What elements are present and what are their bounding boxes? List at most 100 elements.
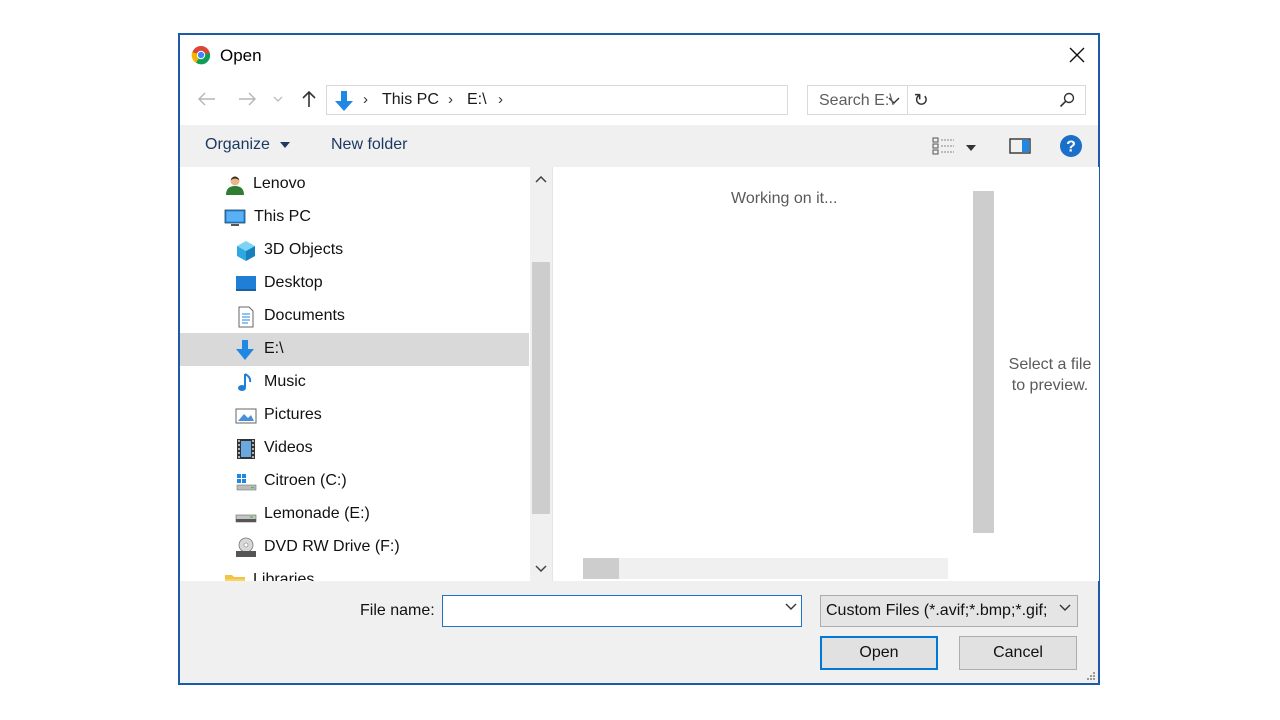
nav-item-3d-objects[interactable]: 3D Objects [180, 234, 529, 267]
nav-item-e-drive[interactable]: E:\ [180, 333, 529, 366]
documents-icon [238, 306, 254, 328]
nav-item-this-pc[interactable]: This PC [180, 201, 529, 234]
file-list-pane[interactable]: Working on it... Select a file to previe… [552, 167, 1099, 581]
organize-button[interactable]: Organize [205, 136, 291, 154]
nav-item-documents[interactable]: Documents [180, 300, 529, 333]
nav-item-lemonade-drive[interactable]: Lemonade (E:) [180, 498, 529, 531]
nav-item-c-drive[interactable]: Citroen (C:) [180, 465, 529, 498]
open-dialog: Open › This PC › E:\ › ↻ Search E:\ Orga… [178, 33, 1100, 685]
scroll-down-button[interactable] [530, 558, 552, 578]
search-icon [1059, 92, 1075, 108]
breadcrumb-separator: › [498, 91, 503, 108]
music-note-icon [238, 373, 252, 391]
preview-splitter[interactable] [973, 191, 994, 533]
svg-text:?: ? [1066, 139, 1076, 156]
windows-drive-icon [236, 474, 257, 491]
nav-item-label: Libraries [253, 571, 315, 581]
pictures-icon [235, 408, 257, 424]
forward-button[interactable] [234, 85, 260, 113]
videos-icon [237, 439, 255, 459]
nav-item-label: Citroen (C:) [264, 472, 347, 489]
breadcrumb-separator: › [363, 91, 368, 108]
nav-item-lenovo[interactable]: Lenovo [180, 168, 529, 201]
help-icon: ? [1060, 135, 1082, 157]
cancel-button[interactable]: Cancel [959, 636, 1077, 670]
view-details-icon [932, 137, 954, 155]
nav-scrollbar[interactable] [530, 167, 552, 581]
preview-line: to preview. [1011, 377, 1089, 394]
user-icon [226, 176, 244, 195]
download-arrow-icon [335, 91, 353, 111]
nav-item-label: Desktop [264, 274, 323, 291]
breadcrumb-e-drive[interactable]: E:\ [467, 91, 487, 109]
nav-item-label: Lenovo [253, 175, 306, 192]
nav-item-pictures[interactable]: Pictures [180, 399, 529, 432]
help-button[interactable]: ? [1059, 134, 1083, 163]
recent-locations-button[interactable] [268, 85, 288, 113]
search-box[interactable] [807, 85, 1086, 116]
nav-item-label: Lemonade (E:) [264, 505, 370, 522]
file-type-select[interactable]: Custom Files (*.avif;*.bmp;*.gif; [820, 595, 1078, 627]
chevron-down-icon [1059, 604, 1071, 611]
chrome-icon [191, 46, 211, 65]
up-button[interactable] [296, 85, 322, 113]
chevron-down-icon [535, 564, 547, 572]
pc-icon [224, 209, 246, 226]
folder-icon [225, 575, 245, 581]
window-title: Open [220, 46, 262, 65]
dvd-drive-icon [236, 537, 256, 557]
scroll-thumb[interactable] [532, 262, 550, 514]
organize-label: Organize [205, 136, 270, 153]
nav-item-label: DVD RW Drive (F:) [264, 538, 400, 555]
nav-item-label: 3D Objects [264, 241, 344, 258]
preview-pane-icon [1009, 138, 1031, 154]
open-button[interactable]: Open [820, 636, 938, 670]
nav-item-libraries[interactable]: Libraries [180, 564, 529, 581]
scroll-up-button[interactable] [530, 169, 552, 189]
navigation-pane[interactable]: Lenovo This PC 3D Objects Desktop Docume… [180, 167, 552, 581]
file-name-combobox[interactable] [442, 595, 802, 627]
title-bar: Open [180, 35, 1098, 75]
file-name-label: File name: [360, 602, 435, 619]
breadcrumb-separator: › [448, 91, 453, 108]
close-button[interactable] [1060, 39, 1094, 71]
breadcrumb-this-pc[interactable]: This PC [382, 91, 439, 109]
resize-grip-icon[interactable] [1086, 671, 1096, 681]
nav-item-dvd-drive[interactable]: DVD RW Drive (F:) [180, 531, 529, 564]
address-bar[interactable]: › This PC › E:\ › ↻ [326, 85, 929, 115]
caret-down-icon [966, 145, 977, 151]
view-options-button[interactable] [932, 137, 977, 160]
drive-icon [235, 514, 257, 523]
chevron-down-icon [273, 96, 283, 102]
dialog-footer: File name: Custom Files (*.avif;*.bmp;*.… [180, 581, 1098, 683]
address-row: › This PC › E:\ › ↻ [180, 81, 1098, 117]
horizontal-scrollbar[interactable] [583, 558, 948, 579]
caret-down-icon [280, 141, 291, 148]
file-name-input[interactable] [446, 598, 770, 626]
nav-item-music[interactable]: Music [180, 366, 529, 399]
nav-item-label: Music [264, 373, 306, 390]
nav-item-label: Documents [264, 307, 345, 324]
scroll-thumb[interactable] [583, 558, 619, 579]
nav-item-desktop[interactable]: Desktop [180, 267, 529, 300]
file-type-value: Custom Files (*.avif;*.bmp;*.gif; [826, 602, 1048, 619]
chevron-up-icon [535, 175, 547, 183]
desktop-icon [236, 276, 256, 291]
back-button[interactable] [194, 85, 220, 113]
preview-message: Select a file to preview. [1003, 354, 1097, 396]
nav-item-videos[interactable]: Videos [180, 432, 529, 465]
nav-item-label: Pictures [264, 406, 322, 423]
nav-item-label: Videos [264, 439, 313, 456]
command-toolbar: Organize New folder ? [180, 125, 1098, 167]
preview-line: Select a file [1008, 356, 1092, 373]
nav-item-label: This PC [254, 208, 311, 225]
3d-objects-icon [237, 241, 255, 261]
up-arrow-icon [302, 90, 316, 107]
search-input[interactable] [808, 86, 1061, 116]
nav-item-label: E:\ [264, 340, 284, 357]
preview-pane-button[interactable] [1009, 138, 1031, 159]
chevron-down-icon[interactable] [785, 603, 797, 610]
close-icon [1069, 47, 1085, 63]
loading-status: Working on it... [731, 190, 838, 207]
new-folder-button[interactable]: New folder [331, 136, 407, 154]
